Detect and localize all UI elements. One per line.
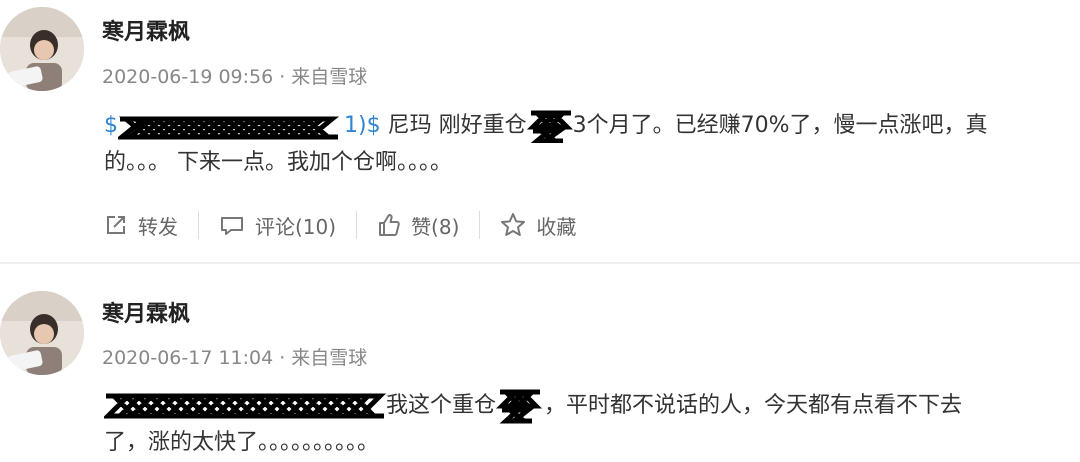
post-source: 来自雪球 (291, 347, 368, 369)
avatar-image (0, 291, 84, 375)
post-source: 来自雪球 (291, 66, 368, 88)
action-divider (356, 211, 358, 239)
redaction-scribble (526, 110, 573, 143)
author-name[interactable]: 寒月霖枫 (102, 296, 190, 328)
star-icon (501, 213, 526, 236)
content-line: 我这个重仓 ，平时都不说话的人，今天都有点看不下去 (104, 387, 1076, 424)
stock-link-start: $ (104, 113, 118, 138)
post-date: 2020-06-17 11:04 (102, 347, 274, 369)
stock-link-end: 1)$ (344, 113, 381, 138)
like-label: 赞(8) (411, 214, 460, 239)
meta-separator: · (279, 66, 286, 88)
redaction-scribble (118, 116, 340, 140)
post-2: 寒月霖枫 2020-06-17 11:04 · 来自雪球 我这个重仓 ，平时都不说话的… (0, 264, 1080, 462)
like-button[interactable]: 赞(8) (377, 211, 459, 240)
post-meta: 2020-06-19 09:56 · 来自雪球 (102, 62, 367, 89)
redaction-scribble (104, 393, 386, 419)
action-divider (479, 211, 481, 239)
post-content: $1)$ 尼玛 刚好重仓 3个月了。已经赚70%了，慢一点涨吧，真 的。。。 下来… (104, 107, 1076, 181)
action-bar: 转发 评论(10) 赞(8) 收藏 (104, 206, 576, 244)
content-text: ，平时都不说话的人，今天都有点看不下去 (544, 393, 963, 418)
content-line: 的。。。 下来一点。我加个仓啊。。。。 (104, 150, 452, 175)
meta-separator: · (279, 347, 286, 369)
content-line: $1)$ 尼玛 刚好重仓 3个月了。已经赚70%了，慢一点涨吧，真 (104, 107, 1076, 144)
post-meta: 2020-06-17 11:04 · 来自雪球 (102, 343, 367, 370)
post-content: 我这个重仓 ，平时都不说话的人，今天都有点看不下去 了，涨的太快了。。。。。。。。… (104, 387, 1076, 461)
avatar[interactable] (0, 7, 84, 91)
content-line: 了，涨的太快了。。。。。。。。。。 (104, 430, 380, 455)
content-text: 我这个重仓 (386, 393, 497, 418)
favorite-button[interactable]: 收藏 (500, 211, 576, 240)
post-date: 2020-06-19 09:56 (102, 66, 274, 88)
post-1: 寒月霖枫 2020-06-19 09:56 · 来自雪球 $1)$ 尼玛 刚好重仓 3… (0, 0, 1080, 262)
avatar[interactable] (0, 291, 84, 375)
content-text: 尼玛 刚好重仓 (380, 113, 527, 138)
repost-label: 转发 (138, 214, 178, 239)
redaction-scribble (496, 389, 543, 424)
comment-label: 评论(10) (255, 214, 337, 239)
author-name[interactable]: 寒月霖枫 (102, 14, 190, 46)
action-divider (198, 211, 199, 239)
content-text: 3个月了。已经赚70%了，慢一点涨吧，真 (572, 113, 988, 138)
repost-button[interactable]: 转发 (104, 211, 178, 240)
stock-link[interactable]: $1)$ (104, 113, 381, 140)
favorite-label: 收藏 (536, 214, 577, 239)
thumbs-up-icon (379, 214, 400, 236)
comment-icon (221, 217, 243, 235)
avatar-image (0, 7, 84, 91)
share-icon (107, 216, 125, 234)
comment-button[interactable]: 评论(10) (219, 211, 336, 240)
